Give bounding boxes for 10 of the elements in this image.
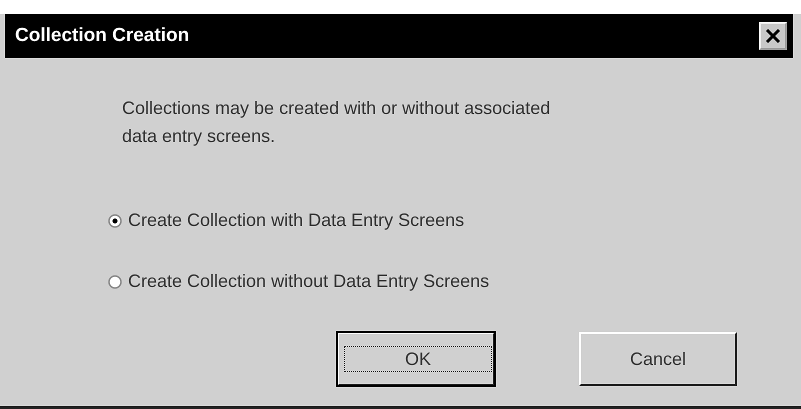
radio-option[interactable]: Create Collection without Data Entry Screens bbox=[108, 271, 801, 292]
message-text: Collections may be created with or without associated data entry screens. bbox=[122, 97, 552, 148]
radio-button[interactable] bbox=[108, 274, 122, 288]
radio-button[interactable] bbox=[108, 214, 122, 228]
close-button[interactable] bbox=[759, 22, 787, 50]
dialog-button[interactable]: OK bbox=[337, 332, 495, 386]
close-icon bbox=[765, 29, 781, 43]
window-title: Collection Creation bbox=[15, 25, 190, 47]
dialog-button[interactable]: Cancel bbox=[579, 332, 737, 386]
radio-option[interactable]: Create Collection with Data Entry Screens bbox=[108, 210, 801, 231]
